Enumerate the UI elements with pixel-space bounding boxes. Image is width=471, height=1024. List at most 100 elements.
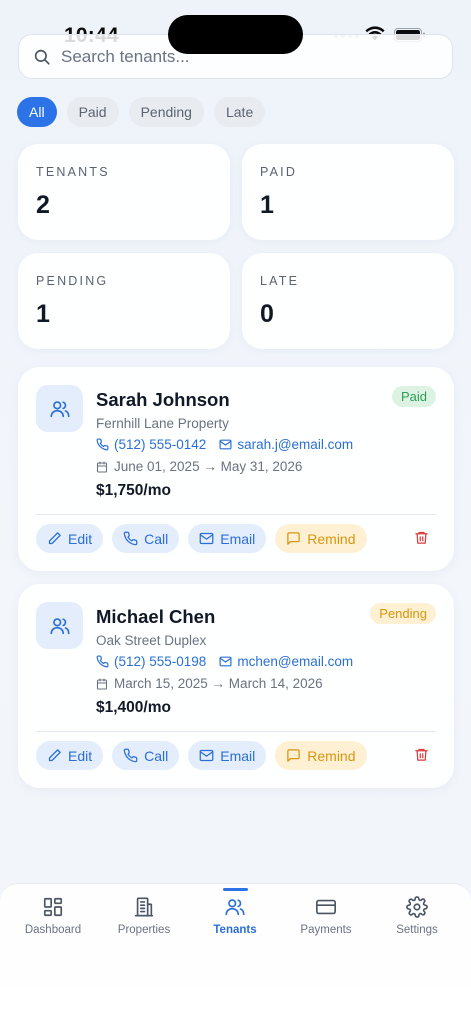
phone-icon [123, 531, 138, 546]
calendar-icon [96, 677, 108, 690]
tab-label: Payments [300, 924, 352, 936]
call-button[interactable]: Call [112, 741, 180, 770]
tenant-contact: (512) 555-0142 sarah.j@email.com [96, 437, 353, 452]
users-icon [49, 617, 70, 634]
remind-label: Remind [307, 530, 356, 547]
remind-button[interactable]: Remind [275, 741, 367, 770]
tenant-property: Fernhill Lane Property [96, 416, 229, 431]
remind-label: Remind [307, 747, 356, 764]
stat-label: PAID [260, 165, 298, 179]
message-icon [287, 532, 301, 545]
home-indicator-area [0, 987, 471, 1024]
edit-button[interactable]: Edit [36, 741, 104, 770]
tab-label: Tenants [213, 924, 257, 936]
stat-card-paid: PAID 1 [242, 144, 454, 240]
card-actions: Edit Call Email Remind [36, 741, 367, 770]
gear-icon [406, 896, 428, 918]
tenant-email[interactable]: sarah.j@email.com [219, 437, 353, 452]
call-label: Call [144, 530, 169, 547]
tab-label: Properties [117, 924, 171, 936]
phone-icon [96, 438, 109, 451]
tenant-lease: March 15, 2025 → March 14, 2026 [96, 676, 323, 691]
filter-chips: All Paid Pending Late [17, 97, 266, 127]
tenant-name: Michael Chen [96, 606, 216, 627]
stat-card-pending: PENDING 1 [18, 253, 230, 349]
tenant-card[interactable]: Sarah Johnson Paid Fernhill Lane Propert… [18, 367, 454, 571]
tenant-contact: (512) 555-0198 mchen@email.com [96, 654, 353, 669]
stat-label: LATE [260, 274, 300, 288]
filter-chip-paid[interactable]: Paid [66, 97, 119, 127]
tenant-rent: $1,400/mo [96, 699, 171, 716]
credit-card-icon [316, 899, 336, 915]
users-icon [225, 899, 245, 916]
tenant-lease: June 01, 2025 → May 31, 2026 [96, 459, 302, 474]
delete-icon[interactable] [414, 747, 429, 762]
email-label: Email [220, 530, 256, 547]
tab-payments[interactable]: Payments [286, 896, 366, 936]
phone-icon [96, 655, 109, 668]
tab-properties[interactable]: Properties [104, 896, 184, 936]
email-text: mchen@email.com [237, 654, 354, 669]
status-badge: Pending [370, 603, 436, 624]
pencil-icon [48, 749, 61, 762]
card-actions: Edit Call Email Remind [36, 524, 367, 553]
dynamic-island [168, 15, 303, 54]
stat-value: 1 [36, 300, 50, 328]
mail-icon [199, 749, 214, 762]
edit-button[interactable]: Edit [36, 524, 104, 553]
search-icon [34, 49, 50, 65]
lease-dates: June 01, 2025 → May 31, 2026 [114, 459, 303, 474]
tab-settings[interactable]: Settings [377, 896, 457, 936]
mail-icon [199, 532, 214, 545]
tab-bar: Dashboard Properties Tenants Payments Se… [0, 883, 471, 987]
status-badge: Paid [391, 386, 436, 407]
avatar [36, 602, 83, 649]
mail-icon [219, 656, 232, 667]
mail-icon [219, 439, 232, 450]
tenant-email[interactable]: mchen@email.com [219, 654, 353, 669]
tab-label: Settings [396, 924, 438, 936]
email-text: sarah.j@email.com [237, 437, 354, 452]
edit-label: Edit [68, 530, 93, 547]
stat-label: PENDING [36, 274, 109, 288]
tab-dashboard[interactable]: Dashboard [13, 896, 93, 936]
card-divider [36, 731, 436, 732]
filter-chip-all[interactable]: All [17, 97, 57, 127]
message-icon [287, 749, 301, 762]
tab-tenants[interactable]: Tenants [195, 896, 275, 936]
building-icon [134, 897, 154, 917]
filter-chip-late[interactable]: Late [213, 97, 266, 127]
users-icon [49, 400, 70, 417]
tenant-phone[interactable]: (512) 555-0198 [96, 654, 206, 669]
stat-value: 0 [260, 300, 274, 328]
call-label: Call [144, 747, 169, 764]
email-button[interactable]: Email [188, 524, 267, 553]
tenant-card[interactable]: Michael Chen Pending Oak Street Duplex (… [18, 584, 454, 788]
email-label: Email [220, 747, 256, 764]
filter-chip-pending[interactable]: Pending [128, 97, 204, 127]
stat-card-late: LATE 0 [242, 253, 454, 349]
stat-card-tenants: TENANTS 2 [18, 144, 230, 240]
calendar-icon [96, 460, 108, 473]
tab-label: Dashboard [24, 924, 82, 936]
card-divider [36, 514, 436, 515]
email-button[interactable]: Email [188, 741, 267, 770]
phone-text: (512) 555-0142 [114, 437, 207, 452]
active-tab-indicator [223, 888, 248, 891]
stat-value: 2 [36, 191, 50, 219]
tenant-phone[interactable]: (512) 555-0142 [96, 437, 206, 452]
phone-icon [123, 748, 138, 763]
stat-value: 1 [260, 191, 274, 219]
avatar [36, 385, 83, 432]
grid-icon [43, 897, 63, 917]
pencil-icon [48, 532, 61, 545]
tenant-rent: $1,750/mo [96, 482, 171, 499]
lease-dates: March 15, 2025 → March 14, 2026 [114, 676, 323, 691]
remind-button[interactable]: Remind [275, 524, 367, 553]
delete-icon[interactable] [414, 530, 429, 545]
edit-label: Edit [68, 747, 93, 764]
stat-label: TENANTS [36, 165, 110, 179]
tenant-name: Sarah Johnson [96, 389, 230, 410]
call-button[interactable]: Call [112, 524, 180, 553]
phone-text: (512) 555-0198 [114, 654, 207, 669]
